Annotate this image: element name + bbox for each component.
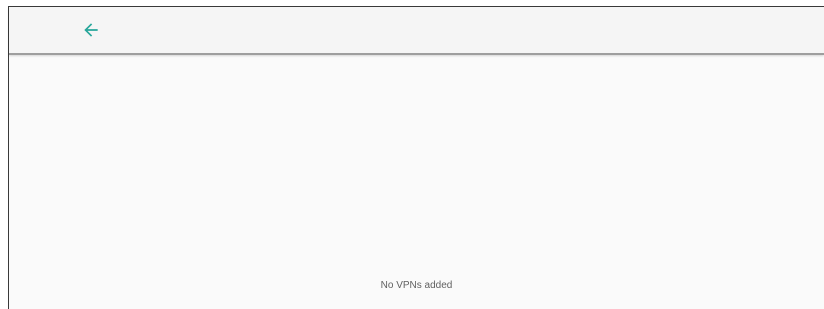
vpn-settings-window: No VPNs added [8, 6, 824, 309]
arrow-back-icon [81, 20, 101, 40]
app-bar [9, 7, 824, 55]
vpn-list-area: No VPNs added [9, 55, 824, 309]
back-button[interactable] [77, 16, 105, 44]
empty-state-message: No VPNs added [380, 280, 453, 291]
